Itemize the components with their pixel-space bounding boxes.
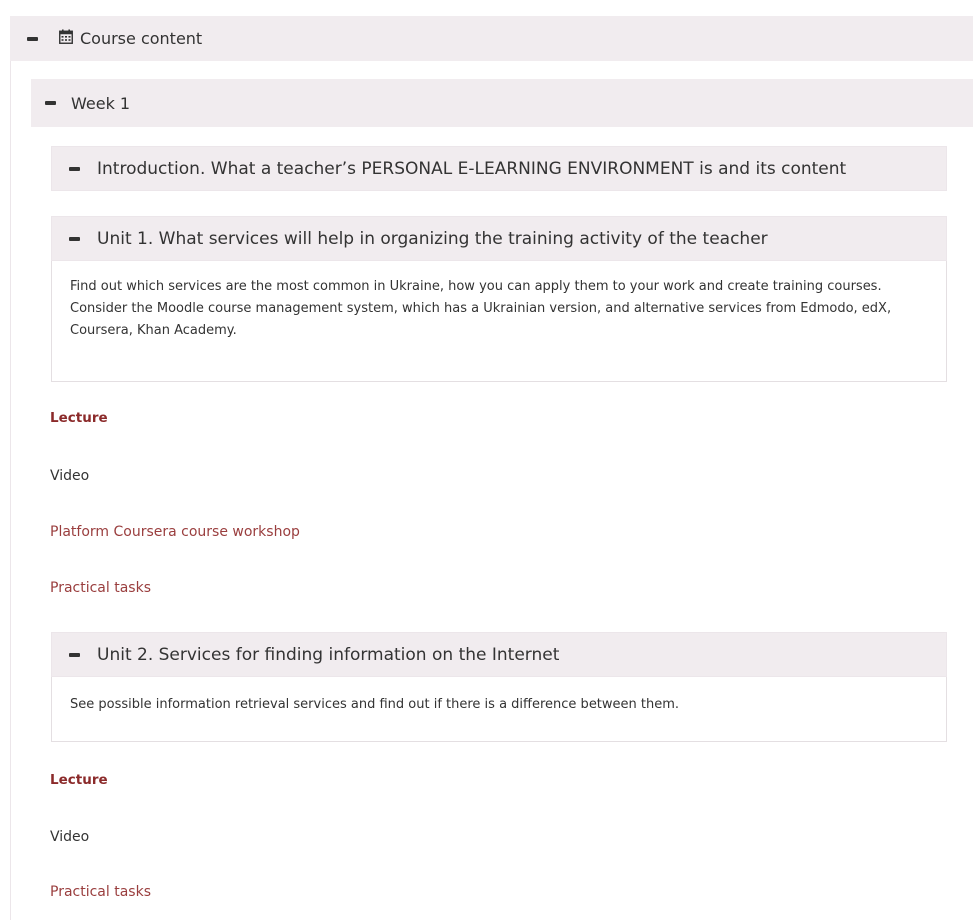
unit-2-description-text: See possible information retrieval servi… (70, 697, 680, 712)
collapse-minus-icon[interactable] (69, 236, 80, 241)
course-content-title: Course content (80, 29, 203, 48)
unit-1: Unit 1. What services will help in organ… (51, 216, 947, 382)
week-1-section: Week 1 (31, 79, 973, 127)
week-1-header[interactable]: Week 1 (31, 79, 973, 127)
collapse-minus-icon[interactable] (45, 101, 56, 105)
collapse-minus-icon[interactable] (69, 166, 80, 171)
collapse-minus-icon[interactable] (27, 36, 38, 41)
unit-introduction-title: Introduction. What a teacher’s PERSONAL … (97, 158, 847, 179)
unit-2-lecture-link[interactable]: Lecture (50, 772, 108, 788)
unit-2: Unit 2. Services for finding information… (51, 632, 947, 742)
unit-2-title: Unit 2. Services for finding information… (97, 644, 560, 665)
unit-1-coursera-workshop-link[interactable]: Platform Coursera course workshop (50, 524, 300, 540)
unit-1-description: Find out which services are the most com… (51, 261, 947, 382)
unit-1-description-text: Find out which services are the most com… (70, 279, 892, 338)
unit-2-practical-tasks-link[interactable]: Practical tasks (50, 884, 151, 900)
collapse-minus-icon[interactable] (69, 652, 80, 657)
unit-1-header[interactable]: Unit 1. What services will help in organ… (51, 216, 947, 261)
unit-introduction-header[interactable]: Introduction. What a teacher’s PERSONAL … (51, 146, 947, 191)
course-content-section: Course content Week 1 Introduction. What… (10, 16, 973, 920)
calendar-icon (59, 29, 73, 48)
unit-1-title: Unit 1. What services will help in organ… (97, 228, 768, 249)
unit-introduction: Introduction. What a teacher’s PERSONAL … (51, 146, 947, 191)
unit-2-header[interactable]: Unit 2. Services for finding information… (51, 632, 947, 677)
unit-2-description: See possible information retrieval servi… (51, 677, 947, 742)
course-content-header[interactable]: Course content (10, 16, 973, 61)
unit-1-practical-tasks-link[interactable]: Practical tasks (50, 580, 151, 596)
week-title: Week 1 (71, 93, 131, 113)
unit-1-video-label: Video (50, 468, 90, 484)
unit-2-video-label: Video (50, 829, 90, 845)
unit-1-lecture-link[interactable]: Lecture (50, 410, 108, 426)
